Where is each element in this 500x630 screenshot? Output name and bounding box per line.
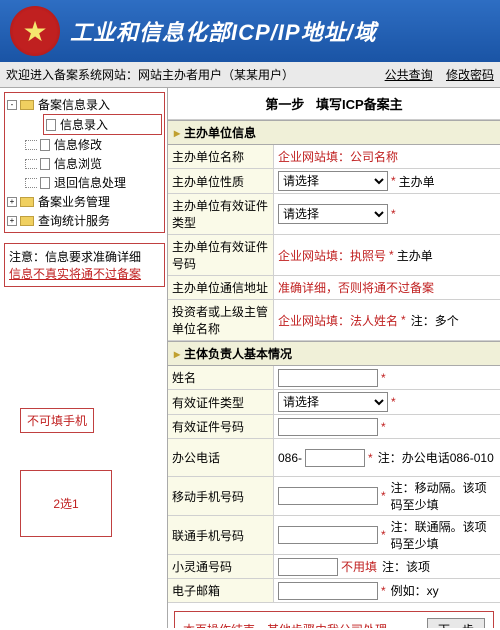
trail-phs: 注：该项 — [382, 558, 430, 575]
select-cert-type[interactable]: 请选择 — [278, 204, 388, 224]
link-change-password[interactable]: 修改密码 — [446, 68, 494, 82]
folder-icon — [20, 197, 34, 207]
file-icon — [40, 139, 50, 151]
label-mobile: 移动手机号码 — [168, 477, 274, 515]
required-star: * — [381, 371, 386, 385]
step-heading: 第一步 填写ICP备案主 — [168, 88, 500, 120]
folder-icon — [20, 216, 34, 226]
tree-item-input[interactable]: 信息录入 — [43, 114, 162, 135]
label-cert-type: 主办单位有效证件类型 — [168, 194, 274, 234]
trail-office-tel: 注：办公电话086-010 — [378, 449, 494, 466]
section-unit-info: ▸主办单位信息 — [168, 120, 500, 145]
trail-email: 例如：xy — [391, 582, 439, 599]
annotation-no-mobile: 不可填手机 — [20, 408, 94, 433]
next-button[interactable]: 下一步 — [427, 618, 485, 628]
step-number: 第一步 — [265, 97, 304, 112]
label-person-name: 姓名 — [168, 366, 274, 389]
input-office-tel[interactable] — [305, 449, 365, 467]
tree-item-modify[interactable]: 信息修改 — [25, 135, 162, 154]
label-investor: 投资者或上级主管单位名称 — [168, 300, 274, 340]
content-panel: 第一步 填写ICP备案主 ▸主办单位信息 主办单位名称企业网站填：公司名称 主办… — [168, 88, 500, 628]
file-icon — [46, 119, 56, 131]
step-text: 填写ICP备案主 — [316, 97, 403, 112]
tree-root-filing[interactable]: -备案信息录入 — [7, 95, 162, 114]
tree-item-browse[interactable]: 信息浏览 — [25, 154, 162, 173]
select-person-cert-type[interactable]: 请选择 — [278, 392, 388, 412]
input-unicom[interactable] — [278, 526, 378, 544]
label-person-cert-no: 有效证件号码 — [168, 415, 274, 438]
nav-tree: -备案信息录入 信息录入 信息修改 信息浏览 退回信息处理 +备案业务管理 +查… — [4, 92, 165, 233]
page-footer-note: 本页操作结束，其他步骤由我公司处理 下一步 — [174, 611, 494, 628]
label-cert-no: 主办单位有效证件号码 — [168, 235, 274, 275]
arrow-icon: ▸ — [174, 126, 180, 140]
app-header: 工业和信息化部ICP/IP地址/域 — [0, 0, 500, 62]
label-email: 电子邮箱 — [168, 579, 274, 602]
select-unit-nature[interactable]: 请选择 — [278, 171, 388, 191]
sublabel-unit-nature: 主办单 — [399, 173, 435, 190]
hint-unit-name: 企业网站填：公司名称 — [278, 148, 398, 165]
annotation-pick-one: 2选1 — [20, 470, 112, 537]
app-title: 工业和信息化部ICP/IP地址/域 — [70, 15, 377, 47]
hint-cert-no: 企业网站填：执照号 — [278, 247, 386, 264]
hint-phs: 不用填 — [341, 558, 377, 575]
folder-icon — [20, 100, 34, 110]
required-star: * — [391, 174, 396, 188]
prefix-office-tel: 086- — [278, 451, 302, 465]
hint-addr: 准确详细，否则将通不过备案 — [278, 279, 434, 296]
section-person-info: ▸主体负责人基本情况 — [168, 341, 500, 366]
trail-mobile: 注：移动隔。该项码至少填 — [391, 479, 496, 513]
arrow-icon: ▸ — [174, 347, 180, 361]
welcome-text: 欢迎进入备案系统网站：网站主办者用户（某某用户） — [6, 66, 294, 83]
sidebar: -备案信息录入 信息录入 信息修改 信息浏览 退回信息处理 +备案业务管理 +查… — [0, 88, 168, 628]
required-star: * — [391, 395, 396, 409]
input-person-cert-no[interactable] — [278, 418, 378, 436]
sidebar-notice: 注意：信息要求准确详细 信息不真实将通不过备案 — [4, 243, 165, 287]
file-icon — [40, 177, 50, 189]
required-star: * — [381, 584, 386, 598]
tree-item-quit[interactable]: 退回信息处理 — [25, 173, 162, 192]
notice-line2: 信息不真实将通不过备案 — [9, 265, 160, 282]
input-phs[interactable] — [278, 558, 338, 576]
label-addr: 主办单位通信地址 — [168, 276, 274, 299]
label-unit-name: 主办单位名称 — [168, 145, 274, 168]
required-star: * — [389, 248, 394, 262]
trail-investor: 注：多个 — [411, 312, 459, 329]
footer-text: 本页操作结束，其他步骤由我公司处理 — [183, 621, 387, 628]
required-star: * — [401, 313, 406, 327]
hint-investor: 企业网站填：法人姓名 — [278, 312, 398, 329]
required-star: * — [381, 420, 386, 434]
required-star: * — [368, 451, 373, 465]
input-email[interactable] — [278, 582, 378, 600]
required-star: * — [391, 207, 396, 221]
label-phs: 小灵通号码 — [168, 555, 274, 578]
label-unit-nature: 主办单位性质 — [168, 169, 274, 193]
input-mobile[interactable] — [278, 487, 378, 505]
label-person-cert-type: 有效证件类型 — [168, 390, 274, 414]
tree-root-stats[interactable]: +查询统计服务 — [7, 211, 162, 230]
topbar: 欢迎进入备案系统网站：网站主办者用户（某某用户） 公共查询 修改密码 — [0, 62, 500, 88]
file-icon — [40, 158, 50, 170]
label-office-tel: 办公电话 — [168, 439, 274, 476]
required-star: * — [381, 489, 386, 503]
notice-line1: 注意：信息要求准确详细 — [9, 248, 160, 265]
link-public-query[interactable]: 公共查询 — [385, 68, 433, 82]
sublabel-cert-no: 主办单 — [397, 247, 433, 264]
required-star: * — [381, 528, 386, 542]
label-unicom: 联通手机号码 — [168, 516, 274, 554]
tree-root-biz[interactable]: +备案业务管理 — [7, 192, 162, 211]
trail-unicom: 注：联通隔。该项码至少填 — [391, 518, 496, 552]
national-emblem-icon — [10, 6, 60, 56]
input-person-name[interactable] — [278, 369, 378, 387]
